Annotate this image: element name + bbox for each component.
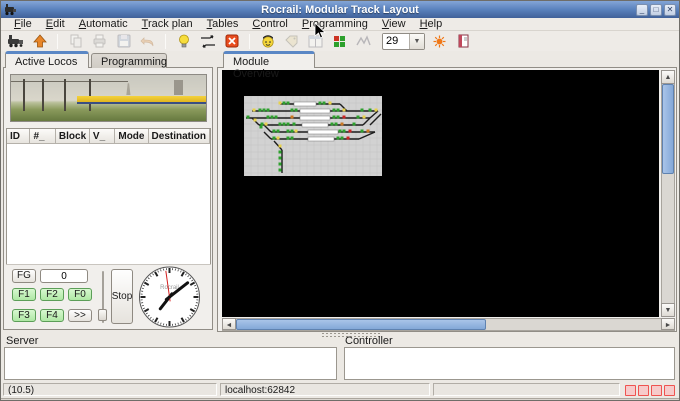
- analyser-icon[interactable]: [354, 32, 373, 50]
- toolbar: ▼: [1, 31, 679, 51]
- f0-button[interactable]: F0: [68, 288, 92, 301]
- maximize-button[interactable]: □: [650, 4, 662, 16]
- col-number[interactable]: #_: [30, 129, 55, 144]
- toolbar-separator: [249, 34, 250, 49]
- power-on-icon[interactable]: [174, 32, 193, 50]
- status-message: [433, 383, 620, 396]
- tab-programming[interactable]: Programming: [91, 53, 167, 68]
- operator-cab-icon[interactable]: [258, 32, 277, 50]
- col-block[interactable]: Block: [56, 129, 90, 144]
- minimize-button[interactable]: _: [636, 4, 648, 16]
- status-indicators: [623, 383, 677, 397]
- module-overview-panel: ▲ ▼ ◄ ►: [217, 67, 677, 332]
- col-mode[interactable]: Mode: [115, 129, 148, 144]
- vertical-scrollbar[interactable]: ▲ ▼: [661, 70, 675, 317]
- close-button[interactable]: ✕: [664, 4, 676, 16]
- stop-button[interactable]: Stop: [111, 269, 133, 324]
- zoom-combo[interactable]: ▼: [382, 33, 425, 50]
- emergency-break-icon[interactable]: [222, 32, 241, 50]
- tab-programming-label: Programming: [101, 56, 167, 68]
- f4-button[interactable]: F4: [40, 309, 64, 322]
- tab-active-locos-label: Active Locos: [15, 56, 77, 68]
- toolbar-separator: [165, 34, 166, 49]
- menu-view[interactable]: View: [375, 18, 413, 31]
- scroll-up-icon[interactable]: ▲: [661, 70, 675, 84]
- print-icon[interactable]: [90, 32, 109, 50]
- menu-file[interactable]: File: [7, 18, 39, 31]
- sensor-indicator: [651, 385, 662, 396]
- horizontal-scrollbar[interactable]: ◄ ►: [222, 318, 675, 331]
- menu-edit[interactable]: Edit: [39, 18, 72, 31]
- open-workspace-icon[interactable]: [30, 32, 49, 50]
- status-bar: (10.5) localhost:62842: [1, 382, 679, 398]
- modules-icon[interactable]: [330, 32, 349, 50]
- menu-control[interactable]: Control: [245, 18, 294, 31]
- tab-module-overview[interactable]: Module Overview: [223, 51, 315, 68]
- init-field-icon[interactable]: [430, 32, 449, 50]
- slider-thumb[interactable]: [98, 309, 107, 321]
- menu-programming[interactable]: Programming: [295, 18, 375, 31]
- auto-mode-icon[interactable]: [198, 32, 217, 50]
- sensor-indicator: [625, 385, 636, 396]
- title-bar[interactable]: Rocrail: Modular Track Layout _ □ ✕: [1, 1, 679, 18]
- f1-button[interactable]: F1: [12, 288, 36, 301]
- controller-label: Controller: [345, 335, 393, 347]
- col-destination[interactable]: Destination: [149, 129, 210, 144]
- f3-button[interactable]: F3: [12, 309, 36, 322]
- loco-icon[interactable]: [6, 32, 25, 50]
- menu-help[interactable]: Help: [413, 18, 450, 31]
- vertical-splitter[interactable]: [213, 67, 217, 332]
- f2-button[interactable]: F2: [40, 288, 64, 301]
- active-locos-panel: ID #_ Block V_ Mode Destination FG F1 F2…: [3, 67, 213, 330]
- speed-field[interactable]: [40, 269, 88, 283]
- menu-automatic[interactable]: Automatic: [72, 18, 135, 31]
- status-version: (10.5): [3, 383, 217, 396]
- server-log[interactable]: [4, 347, 337, 380]
- mouse-cursor: [314, 22, 326, 40]
- controller-log[interactable]: [344, 347, 675, 380]
- toolbar-separator: [57, 34, 58, 49]
- vscroll-thumb[interactable]: [662, 84, 674, 174]
- hscroll-thumb[interactable]: [236, 319, 486, 330]
- sensor-indicator: [638, 385, 649, 396]
- scroll-right-icon[interactable]: ►: [661, 318, 675, 330]
- loco-table-header: ID #_ Block V_ Mode Destination: [7, 129, 210, 144]
- status-host: localhost:62842: [220, 383, 430, 396]
- menu-track-plan[interactable]: Track plan: [135, 18, 200, 31]
- loco-photo: [10, 74, 207, 122]
- train-image: [77, 96, 206, 103]
- copy-icon[interactable]: [66, 32, 85, 50]
- undo-icon[interactable]: [138, 32, 157, 50]
- fg-button[interactable]: FG: [12, 269, 36, 283]
- col-speed[interactable]: V_: [90, 129, 115, 144]
- analog-clock: Rocrail: [136, 265, 203, 329]
- tab-module-overview-label: Module Overview: [233, 56, 279, 80]
- trackplan-image[interactable]: [244, 96, 382, 176]
- scroll-left-icon[interactable]: ◄: [222, 318, 236, 330]
- chevron-down-icon[interactable]: ▼: [409, 34, 424, 49]
- server-label: Server: [6, 335, 38, 347]
- window-title: Rocrail: Modular Track Layout: [1, 4, 679, 16]
- tab-active-locos[interactable]: Active Locos: [5, 51, 89, 68]
- throttle-controls: FG F1 F2 F0 F3 F4 >> Stop Rocrail: [6, 264, 211, 329]
- track-layout-canvas[interactable]: [222, 70, 659, 317]
- scroll-down-icon[interactable]: ▼: [661, 303, 675, 317]
- col-id[interactable]: ID: [7, 129, 30, 144]
- save-icon[interactable]: [114, 32, 133, 50]
- menu-bar: File Edit Automatic Track plan Tables Co…: [1, 18, 679, 31]
- app-loco-icon: [4, 3, 17, 16]
- speed-slider[interactable]: [100, 271, 105, 323]
- sensor-indicator: [664, 385, 675, 396]
- more-functions-button[interactable]: >>: [68, 309, 92, 322]
- tag-icon[interactable]: [282, 32, 301, 50]
- zoom-value-input[interactable]: [383, 34, 409, 48]
- book-icon[interactable]: [454, 32, 473, 50]
- menu-tables[interactable]: Tables: [200, 18, 246, 31]
- rocrail-window: Rocrail: Modular Track Layout _ □ ✕ File…: [0, 0, 680, 401]
